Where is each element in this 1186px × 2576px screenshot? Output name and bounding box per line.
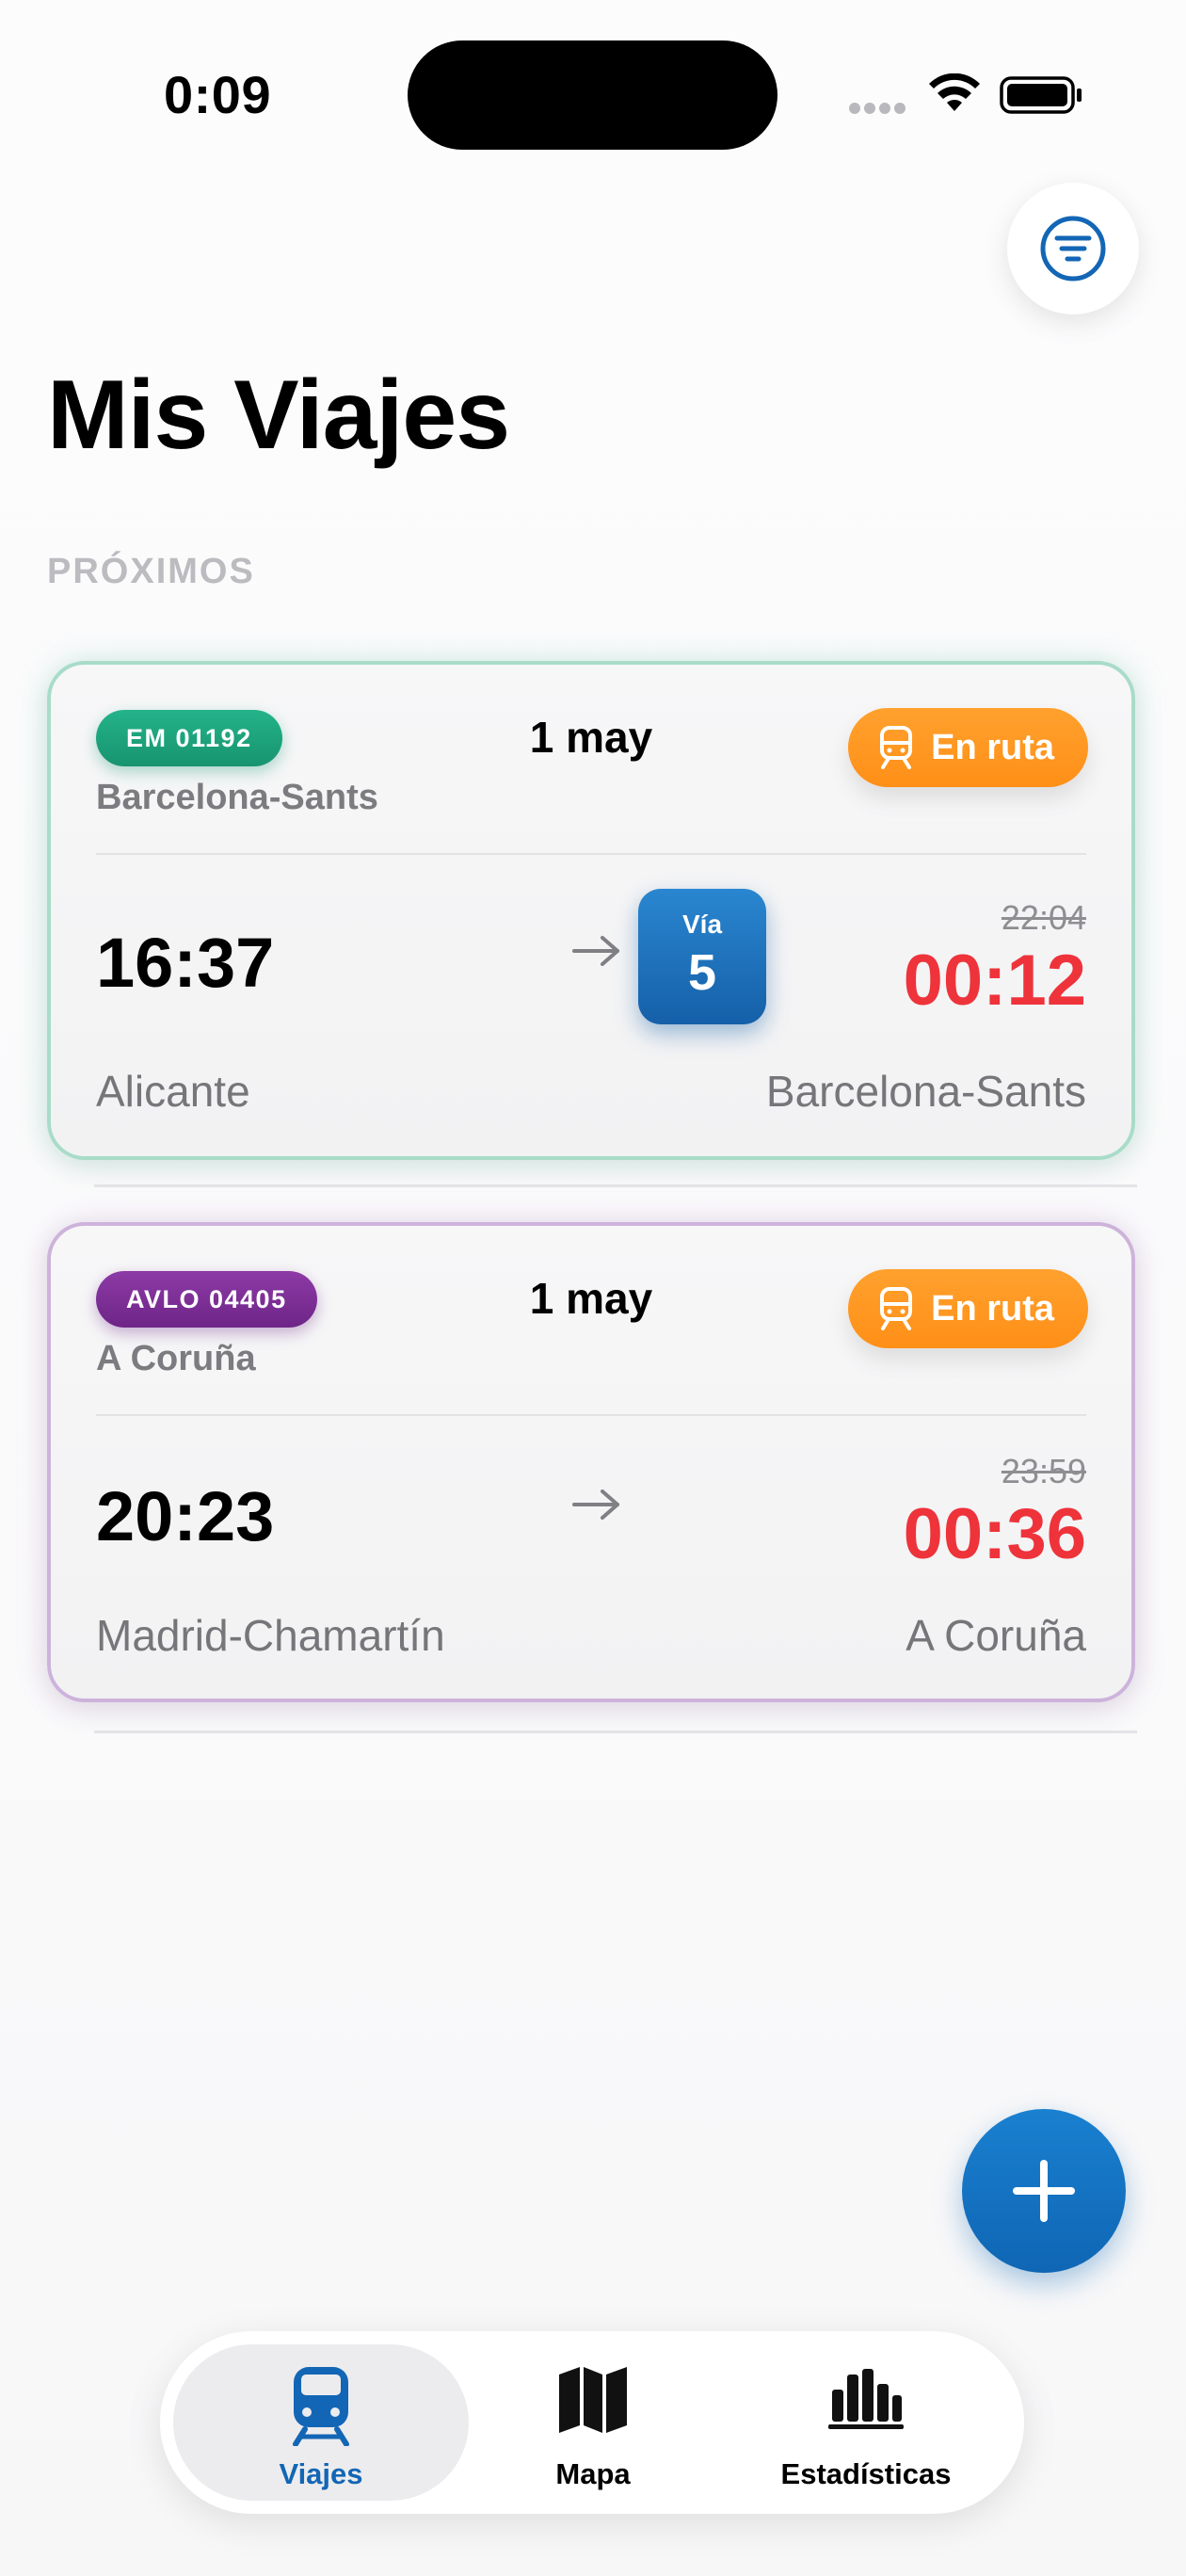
departure-time: 20:23	[96, 1477, 275, 1555]
tab-label: Estadísticas	[780, 2457, 952, 2490]
train-icon	[293, 2367, 349, 2446]
dynamic-island	[408, 40, 777, 150]
section-header-proximos: PRÓXIMOS	[47, 552, 255, 591]
arrow-right-icon	[572, 936, 619, 966]
platform-badge: Vía 5	[638, 889, 766, 1024]
departure-time: 16:37	[96, 924, 275, 1002]
tab-label: Viajes	[279, 2457, 363, 2490]
battery-icon	[1000, 76, 1082, 114]
tab-estadisticas[interactable]: Estadísticas	[725, 2344, 1007, 2501]
card-divider	[96, 1414, 1086, 1416]
status-label: En ruta	[931, 1288, 1054, 1328]
tab-label: Mapa	[555, 2457, 631, 2490]
wifi-icon	[929, 73, 980, 111]
trip-card[interactable]: AVLO 04405 A Coruña 1 may En ruta 20:23 …	[47, 1222, 1135, 1702]
origin-station: Alicante	[96, 1067, 250, 1116]
status-label: En ruta	[931, 727, 1054, 767]
status-badge: En ruta	[848, 708, 1088, 787]
map-icon	[559, 2367, 627, 2433]
tab-bar: Viajes Mapa Estadísticas	[160, 2331, 1024, 2514]
list-divider	[94, 1184, 1137, 1187]
actual-arrival-time: 00:36	[903, 1494, 1086, 1574]
screen: 0:09 Mis Viajes PRÓXIMOS EM 01192 Barcel…	[0, 0, 1186, 2576]
destination-station: A Coruña	[906, 1611, 1086, 1660]
train-icon	[880, 726, 913, 769]
arrow-right-icon	[572, 1489, 619, 1520]
bar-chart-icon	[828, 2369, 904, 2429]
scheduled-arrival-time: 22:04	[1001, 898, 1086, 937]
actual-arrival-time: 00:12	[903, 941, 1086, 1021]
plus-icon	[1013, 2160, 1075, 2222]
list-divider	[94, 1731, 1137, 1733]
trip-card[interactable]: EM 01192 Barcelona-Sants 1 may En ruta 1…	[47, 661, 1135, 1160]
train-icon	[880, 1287, 913, 1330]
destination-station: Barcelona-Sants	[765, 1067, 1086, 1116]
filter-icon	[1040, 216, 1106, 282]
page-title: Mis Viajes	[47, 361, 510, 470]
add-trip-button[interactable]	[962, 2109, 1126, 2273]
origin-station: Madrid-Chamartín	[96, 1611, 445, 1660]
cellular-signal-icon	[849, 102, 909, 115]
tab-viajes[interactable]: Viajes	[173, 2344, 469, 2501]
platform-label: Vía	[681, 910, 723, 939]
card-divider	[96, 853, 1086, 855]
status-time: 0:09	[164, 65, 272, 124]
tab-mapa[interactable]: Mapa	[480, 2344, 706, 2501]
trip-subtitle: A Coruña	[96, 1339, 256, 1378]
status-badge: En ruta	[848, 1269, 1088, 1348]
scheduled-arrival-time: 23:59	[1001, 1452, 1086, 1490]
filter-button[interactable]	[1007, 183, 1139, 314]
trip-subtitle: Barcelona-Sants	[96, 778, 378, 817]
platform-number: 5	[687, 944, 717, 1001]
